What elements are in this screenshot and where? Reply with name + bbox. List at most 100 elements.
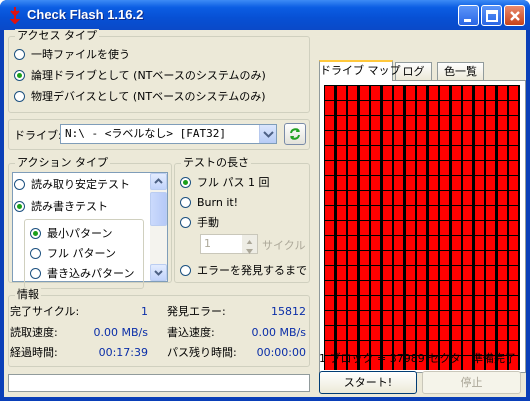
map-block bbox=[394, 311, 403, 325]
spin-down-button[interactable] bbox=[242, 244, 257, 254]
map-block bbox=[405, 296, 415, 310]
map-block bbox=[428, 251, 438, 265]
map-block bbox=[463, 206, 472, 220]
action-list-scrollbar[interactable] bbox=[150, 173, 167, 281]
map-block bbox=[417, 221, 426, 235]
map-block bbox=[509, 191, 518, 205]
map-block bbox=[440, 311, 449, 325]
cycles-spinner[interactable]: 1 bbox=[200, 234, 258, 254]
action-read-write-radio[interactable]: 読み書きテスト bbox=[14, 198, 108, 214]
write-speed-label: 書込速度: bbox=[167, 326, 215, 339]
map-block bbox=[440, 266, 449, 280]
map-block bbox=[405, 86, 415, 100]
map-block bbox=[371, 236, 380, 250]
map-block bbox=[325, 206, 334, 220]
spin-up-button[interactable] bbox=[242, 235, 257, 245]
action-read-stability-radio[interactable]: 読み取り安定テスト bbox=[14, 176, 130, 192]
length-full-pass-radio[interactable]: フル パス 1 回 bbox=[180, 174, 270, 190]
start-button[interactable]: スタート! bbox=[319, 371, 417, 394]
map-block bbox=[486, 311, 495, 325]
maximize-icon bbox=[486, 10, 498, 22]
scroll-thumb[interactable] bbox=[150, 192, 167, 226]
access-type-legend: アクセス タイプ bbox=[15, 29, 99, 43]
map-block bbox=[486, 206, 495, 220]
map-block bbox=[474, 116, 484, 130]
map-block bbox=[428, 281, 438, 295]
map-block bbox=[371, 326, 380, 340]
length-manual-radio[interactable]: 手動 bbox=[180, 214, 219, 230]
map-block bbox=[325, 221, 334, 235]
drive-dropdown-button[interactable] bbox=[259, 125, 276, 143]
completed-cycles-label: 完了サイクル: bbox=[10, 305, 80, 318]
length-until-error-radio[interactable]: エラーを発見するまで bbox=[180, 262, 307, 278]
map-block bbox=[359, 161, 369, 175]
map-block bbox=[394, 221, 403, 235]
map-block bbox=[325, 161, 334, 175]
pattern-full-radio[interactable]: フル パターン bbox=[30, 245, 116, 261]
tab-color-list[interactable]: 色一覧 bbox=[437, 62, 484, 80]
stop-button[interactable]: 停止 bbox=[422, 371, 521, 394]
cycles-label: サイクル bbox=[262, 239, 306, 252]
map-block bbox=[417, 191, 426, 205]
map-block bbox=[417, 101, 426, 115]
map-block bbox=[497, 131, 507, 145]
map-block bbox=[440, 281, 449, 295]
scroll-up-button[interactable] bbox=[150, 173, 167, 190]
map-block bbox=[348, 176, 357, 190]
access-physical-device-radio[interactable]: 物理デバイスとして (NTベースのシステムのみ) bbox=[14, 88, 266, 104]
map-block bbox=[463, 236, 472, 250]
map-block bbox=[371, 131, 380, 145]
errors-found-label: 発見エラー: bbox=[167, 305, 226, 318]
map-block bbox=[336, 101, 346, 115]
radio-label: 手動 bbox=[197, 216, 219, 229]
map-block bbox=[463, 296, 472, 310]
map-block bbox=[497, 236, 507, 250]
map-block bbox=[486, 86, 495, 100]
map-block bbox=[486, 221, 495, 235]
map-block bbox=[348, 311, 357, 325]
map-block bbox=[359, 146, 369, 160]
map-block bbox=[325, 191, 334, 205]
map-block bbox=[417, 311, 426, 325]
map-block bbox=[474, 326, 484, 340]
map-block bbox=[348, 221, 357, 235]
map-block bbox=[371, 116, 380, 130]
access-logical-drive-radio[interactable]: 論理ドライブとして (NTベースのシステムのみ) bbox=[14, 67, 266, 83]
map-block bbox=[382, 176, 392, 190]
map-block bbox=[325, 281, 334, 295]
map-block bbox=[371, 296, 380, 310]
map-block bbox=[509, 116, 518, 130]
maximize-button[interactable] bbox=[481, 5, 502, 26]
radio-indicator bbox=[30, 247, 41, 259]
map-block bbox=[405, 146, 415, 160]
pattern-write-radio[interactable]: 書き込みパターン bbox=[30, 265, 134, 281]
title-bar[interactable]: Check Flash 1.16.2 bbox=[0, 0, 530, 30]
remaining-time-value: 00:00:00 bbox=[256, 346, 306, 359]
map-block bbox=[428, 266, 438, 280]
map-block bbox=[336, 161, 346, 175]
scroll-down-button[interactable] bbox=[150, 264, 167, 281]
map-block bbox=[486, 161, 495, 175]
map-block bbox=[474, 236, 484, 250]
map-block bbox=[451, 191, 461, 205]
map-block bbox=[463, 161, 472, 175]
map-block bbox=[497, 281, 507, 295]
refresh-drives-button[interactable] bbox=[284, 123, 306, 145]
drive-label: ドライブ: bbox=[14, 129, 62, 142]
map-block bbox=[325, 101, 334, 115]
map-block bbox=[371, 206, 380, 220]
map-block bbox=[509, 326, 518, 340]
drive-map-grid bbox=[324, 85, 520, 370]
access-temp-file-radio[interactable]: 一時ファイルを使う bbox=[14, 46, 130, 62]
tab-drive-map[interactable]: ドライブ マップ bbox=[319, 60, 401, 81]
drive-select[interactable]: N:\ - <ラベルなし> [FAT32] bbox=[60, 124, 277, 144]
map-block bbox=[382, 191, 392, 205]
minimize-button[interactable] bbox=[458, 5, 479, 26]
pattern-minimal-radio[interactable]: 最小パターン bbox=[30, 225, 112, 241]
close-button[interactable] bbox=[504, 5, 525, 26]
map-block bbox=[405, 176, 415, 190]
length-burn-it-radio[interactable]: Burn it! bbox=[180, 194, 238, 210]
window-title: Check Flash 1.16.2 bbox=[27, 7, 144, 22]
map-block bbox=[451, 281, 461, 295]
map-block bbox=[348, 146, 357, 160]
